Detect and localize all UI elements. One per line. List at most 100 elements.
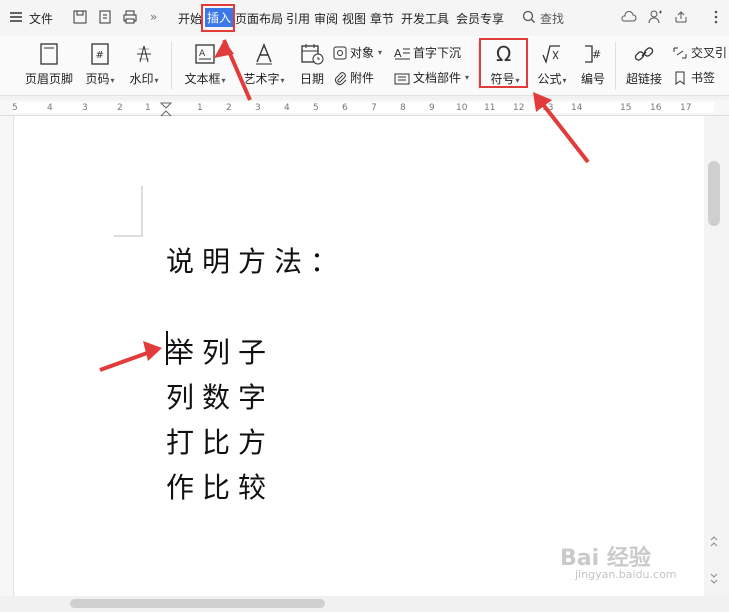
ruler-tick: 3 bbox=[255, 103, 261, 113]
upload-share-icon[interactable] bbox=[673, 9, 689, 25]
svg-text:#: # bbox=[592, 48, 601, 61]
search-label[interactable]: 查找 bbox=[540, 10, 564, 27]
wordart-icon bbox=[256, 43, 272, 65]
ruler-tick: 17 bbox=[680, 103, 692, 113]
document-line[interactable]: 作比较 bbox=[166, 466, 274, 506]
watermark-icon bbox=[137, 45, 151, 63]
watermark-button[interactable]: 水印▾ bbox=[126, 42, 162, 87]
export-pdf-icon[interactable] bbox=[97, 9, 113, 25]
tab-member[interactable]: 会员专享 bbox=[456, 10, 504, 27]
document-line[interactable]: 列数字 bbox=[166, 376, 274, 416]
cloud-sync-icon[interactable] bbox=[620, 9, 637, 25]
horizontal-ruler[interactable]: 5 4 3 2 1 1 2 3 4 5 6 7 8 9 10 11 12 13 … bbox=[0, 100, 729, 117]
ruler-tick: 10 bbox=[456, 103, 468, 113]
header-footer-icon bbox=[40, 43, 58, 65]
crossref-label: 交叉引 bbox=[691, 46, 728, 60]
print-icon[interactable] bbox=[122, 9, 138, 25]
ribbon-divider bbox=[171, 42, 172, 90]
tab-review[interactable]: 审阅 bbox=[314, 10, 338, 27]
chevron-down-icon: ▾ bbox=[280, 76, 285, 85]
share-user-icon[interactable] bbox=[647, 9, 663, 25]
chevron-down-icon: ▾ bbox=[465, 73, 470, 82]
ruler-tick: 1 bbox=[145, 103, 151, 113]
ruler-tick: 8 bbox=[400, 103, 406, 113]
ruler-tick: 2 bbox=[117, 103, 123, 113]
object-icon bbox=[333, 46, 347, 59]
ruler-tick: 12 bbox=[513, 103, 525, 113]
dropcap-icon: A bbox=[394, 47, 410, 60]
numbering-icon: # bbox=[585, 45, 601, 63]
attachment-button[interactable]: 附件 bbox=[333, 69, 374, 86]
tab-page-layout[interactable]: 页面布局 bbox=[235, 10, 283, 27]
hyperlink-label: 超链接 bbox=[625, 72, 662, 86]
wps-writer-window: 文件 » 开始 插入 页面布局 引用 审阅 视图 章节 开发工具 会员专享 查找 bbox=[0, 0, 729, 612]
tab-home[interactable]: 开始 bbox=[178, 10, 202, 27]
doc-parts-button[interactable]: 文档部件 ▾ bbox=[394, 69, 469, 86]
vertical-scroll-thumb[interactable] bbox=[708, 161, 720, 226]
horizontal-scroll-thumb[interactable] bbox=[70, 599, 325, 608]
symbol-highlight-box bbox=[479, 38, 528, 88]
chevron-down-icon: ▾ bbox=[154, 76, 159, 85]
header-footer-button[interactable]: 页眉页脚 bbox=[24, 42, 74, 87]
formula-button[interactable]: 公式▾ bbox=[534, 42, 570, 87]
ruler-tick: 11 bbox=[484, 103, 496, 113]
svg-text:#: # bbox=[96, 50, 104, 61]
ruler-tick: 5 bbox=[12, 103, 18, 113]
document-line[interactable]: 打比方 bbox=[166, 421, 274, 461]
chevron-down-icon: ▾ bbox=[221, 76, 226, 85]
vertical-scrollbar[interactable] bbox=[704, 116, 729, 596]
more-quick-tools-icon[interactable]: » bbox=[150, 10, 157, 24]
date-button[interactable]: 日期 bbox=[297, 42, 327, 87]
bookmark-button[interactable]: 书签 bbox=[672, 69, 715, 86]
page-number-label: 页码 bbox=[85, 72, 110, 86]
ruler-tick: 2 bbox=[226, 103, 232, 113]
dropcap-button[interactable]: A 首字下沉 bbox=[394, 44, 461, 61]
object-button[interactable]: 对象 ▾ bbox=[333, 44, 382, 61]
svg-text:A: A bbox=[199, 49, 206, 59]
insert-tab-highlight-box bbox=[201, 4, 235, 32]
chevron-down-icon: ▾ bbox=[378, 48, 383, 57]
page-nav-arrows-icon[interactable] bbox=[709, 536, 719, 586]
tab-references[interactable]: 引用 bbox=[286, 10, 310, 27]
crossref-button[interactable]: 交叉引 bbox=[672, 44, 727, 61]
ruler-tick: 4 bbox=[47, 103, 53, 113]
svg-text:A: A bbox=[394, 47, 402, 60]
save-icon[interactable] bbox=[72, 9, 88, 25]
watermark-url: jingyan.baidu.com bbox=[575, 568, 677, 581]
ruler-tick: 4 bbox=[284, 103, 290, 113]
search-icon[interactable] bbox=[521, 9, 537, 25]
formula-label: 公式 bbox=[537, 72, 562, 86]
document-heading[interactable]: 说明方法： bbox=[166, 240, 346, 280]
dropcap-label: 首字下沉 bbox=[413, 46, 462, 60]
ruler-tick: 7 bbox=[371, 103, 377, 113]
file-menu[interactable]: 文件 bbox=[29, 10, 53, 27]
link-icon bbox=[634, 47, 654, 61]
more-options-icon[interactable] bbox=[708, 9, 724, 25]
watermark-label: 水印 bbox=[129, 72, 154, 86]
document-line[interactable]: 举列子 bbox=[166, 331, 274, 371]
numbering-button[interactable]: # 编号 bbox=[578, 42, 608, 87]
doc-parts-label: 文档部件 bbox=[413, 71, 462, 85]
ruler-tick: 14 bbox=[571, 103, 583, 113]
paperclip-icon bbox=[335, 71, 347, 85]
chevron-down-icon: ▾ bbox=[562, 76, 567, 85]
date-label: 日期 bbox=[299, 72, 324, 86]
bookmark-label: 书签 bbox=[691, 71, 716, 85]
hyperlink-button[interactable]: 超链接 bbox=[623, 42, 665, 87]
hamburger-menu-icon[interactable] bbox=[8, 9, 24, 25]
ruler-tick: 5 bbox=[313, 103, 319, 113]
tab-developer[interactable]: 开发工具 bbox=[401, 10, 449, 27]
textbox-button[interactable]: A 文本框▾ bbox=[180, 42, 230, 87]
wordart-button[interactable]: 艺术字▾ bbox=[240, 42, 288, 87]
ruler-tick: 16 bbox=[650, 103, 662, 113]
chevron-down-icon: ▾ bbox=[110, 76, 115, 85]
ribbon-divider bbox=[615, 42, 616, 90]
crossref-icon bbox=[673, 47, 687, 58]
tab-sections[interactable]: 章节 bbox=[370, 10, 394, 27]
document-page[interactable] bbox=[14, 116, 704, 596]
ruler-tick: 3 bbox=[82, 103, 88, 113]
horizontal-scrollbar[interactable] bbox=[0, 596, 729, 612]
calendar-clock-icon bbox=[301, 44, 324, 65]
page-number-button[interactable]: # 页码▾ bbox=[82, 42, 118, 87]
tab-view[interactable]: 视图 bbox=[342, 10, 366, 27]
